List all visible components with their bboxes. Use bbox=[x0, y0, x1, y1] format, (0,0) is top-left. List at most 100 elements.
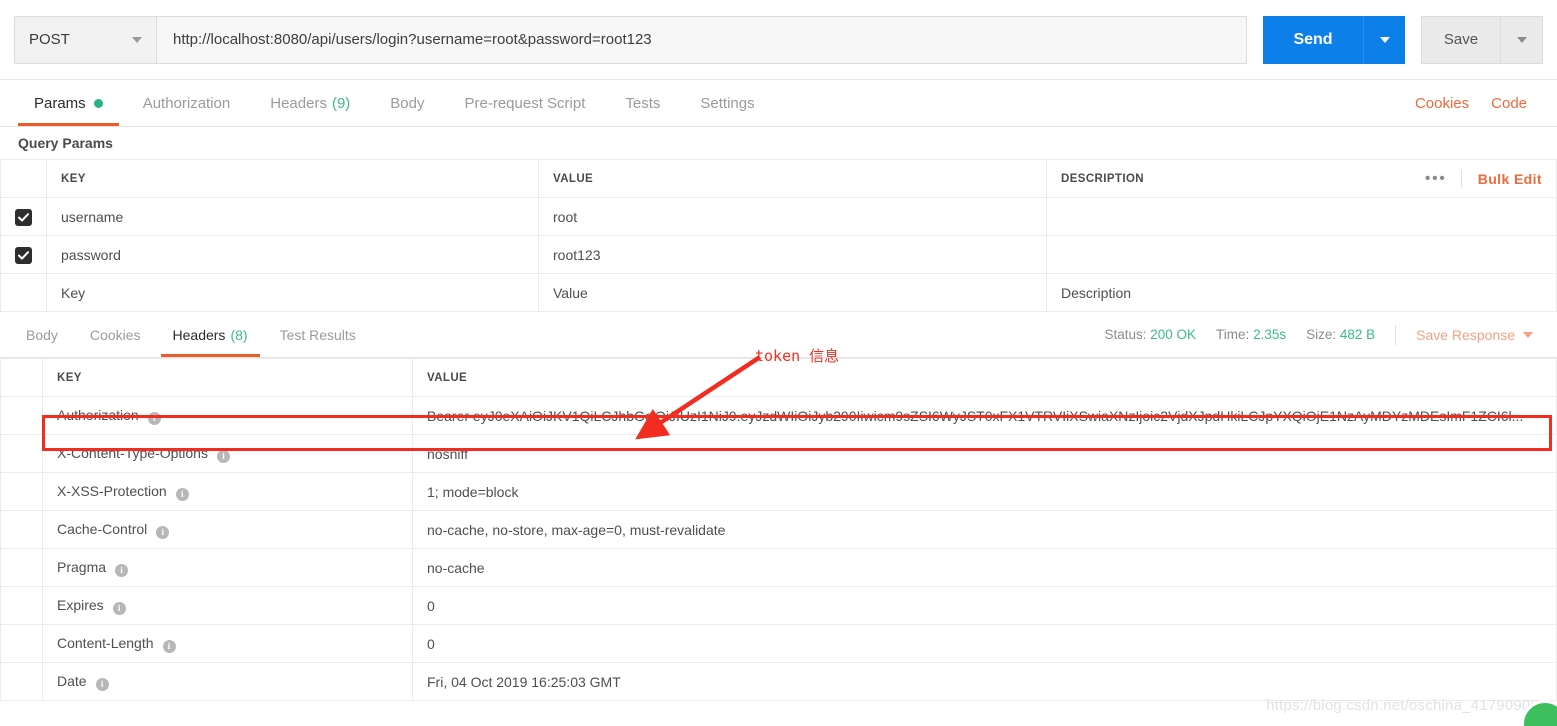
chevron-down-icon bbox=[1379, 36, 1390, 43]
info-icon[interactable]: i bbox=[95, 677, 109, 691]
http-method-value: POST bbox=[29, 31, 70, 48]
info-icon[interactable]: i bbox=[156, 525, 170, 539]
checkbox-checked-icon[interactable] bbox=[15, 209, 32, 226]
header-key: Authorization i bbox=[42, 396, 413, 435]
tab-label: Pre-request Script bbox=[464, 94, 586, 112]
table-row-placeholder: Key Value Description bbox=[0, 273, 1557, 312]
param-description-placeholder[interactable]: Description bbox=[1046, 273, 1557, 312]
spacer-cell bbox=[0, 358, 43, 397]
info-icon[interactable]: i bbox=[115, 563, 129, 577]
tab-headers[interactable]: Headers (9) bbox=[250, 80, 370, 126]
save-options-button[interactable] bbox=[1501, 15, 1543, 64]
param-value-placeholder[interactable]: Value bbox=[538, 273, 1047, 312]
response-headers-body: Authorization i Bearer eyJ0eXAiOiJKV1QiLCJ… bbox=[0, 396, 1557, 701]
param-key[interactable]: username bbox=[46, 197, 539, 236]
info-icon[interactable]: i bbox=[216, 449, 230, 463]
tab-authorization[interactable]: Authorization bbox=[123, 80, 251, 126]
url-input[interactable]: http://localhost:8080/api/users/login?us… bbox=[156, 15, 1247, 64]
response-tab-body[interactable]: Body bbox=[10, 312, 74, 357]
header-value: no-cache, no-store, max-age=0, must-reva… bbox=[412, 510, 1557, 549]
tab-settings[interactable]: Settings bbox=[680, 80, 774, 126]
more-options-icon[interactable]: ••• bbox=[1411, 171, 1461, 186]
tab-label: Settings bbox=[700, 94, 755, 112]
row-checkbox-cell[interactable] bbox=[0, 197, 47, 236]
request-tabs: Params Authorization Headers (9) Body Pr… bbox=[0, 80, 1557, 127]
tab-tests[interactable]: Tests bbox=[605, 80, 680, 126]
header-key: Content-Length i bbox=[42, 624, 413, 663]
header-value: nosniff bbox=[412, 434, 1557, 473]
param-key[interactable]: password bbox=[46, 235, 539, 274]
query-params-table: KEY VALUE DESCRIPTION ••• Bulk Edit user… bbox=[0, 159, 1557, 312]
param-description[interactable] bbox=[1046, 235, 1557, 274]
tab-label: Params bbox=[34, 94, 86, 112]
response-tab-cookies[interactable]: Cookies bbox=[74, 312, 157, 357]
header-key: Pragma i bbox=[42, 548, 413, 587]
tab-label: Body bbox=[26, 326, 58, 343]
spacer-cell bbox=[0, 510, 43, 549]
cookies-link[interactable]: Cookies bbox=[1415, 95, 1469, 112]
status-value: 200 OK bbox=[1150, 327, 1197, 342]
header-value: no-cache bbox=[412, 548, 1557, 587]
row-checkbox-cell[interactable] bbox=[0, 235, 47, 274]
time-indicator: Time: 2.35s bbox=[1216, 327, 1286, 342]
send-button[interactable]: Send bbox=[1263, 15, 1363, 64]
info-icon[interactable]: i bbox=[162, 639, 176, 653]
header-key: Cache-Control i bbox=[42, 510, 413, 549]
spacer-cell bbox=[0, 396, 43, 435]
spacer-cell bbox=[0, 624, 43, 663]
checkbox-checked-icon[interactable] bbox=[15, 247, 32, 264]
tab-pre-request-script[interactable]: Pre-request Script bbox=[445, 80, 606, 126]
http-method-select[interactable]: POST bbox=[14, 15, 156, 64]
send-options-button[interactable] bbox=[1363, 15, 1405, 64]
tab-body[interactable]: Body bbox=[370, 80, 444, 126]
param-description[interactable] bbox=[1046, 197, 1557, 236]
info-icon[interactable]: i bbox=[175, 487, 189, 501]
info-icon[interactable]: i bbox=[112, 601, 126, 615]
param-value[interactable]: root123 bbox=[538, 235, 1047, 274]
save-response-button[interactable]: Save Response bbox=[1416, 327, 1533, 343]
param-value[interactable]: root bbox=[538, 197, 1047, 236]
request-tabs-actions: Cookies Code bbox=[1415, 80, 1543, 126]
chevron-down-icon bbox=[1516, 36, 1527, 43]
spacer-cell bbox=[0, 472, 43, 511]
column-header-key: KEY bbox=[42, 358, 413, 397]
status-label: Status: bbox=[1104, 327, 1147, 342]
query-params-title: Query Params bbox=[18, 135, 113, 151]
header-key-label: Cache-Control bbox=[57, 521, 148, 538]
column-header-description: DESCRIPTION ••• Bulk Edit bbox=[1046, 159, 1557, 198]
table-row: Pragma i no-cache bbox=[0, 548, 1557, 587]
size-label: Size: bbox=[1306, 327, 1337, 342]
header-value: 0 bbox=[412, 624, 1557, 663]
header-key-label: Date bbox=[57, 673, 87, 690]
size-value: 482 B bbox=[1339, 327, 1376, 342]
save-button[interactable]: Save bbox=[1421, 15, 1501, 64]
column-header-value: VALUE bbox=[538, 159, 1047, 198]
bulk-edit-button[interactable]: Bulk Edit bbox=[1462, 171, 1542, 187]
code-link[interactable]: Code bbox=[1491, 95, 1527, 112]
tab-badge: (9) bbox=[331, 94, 351, 112]
header-key: X-XSS-Protection i bbox=[42, 472, 413, 511]
tab-params[interactable]: Params bbox=[14, 80, 123, 126]
header-key-label: Pragma bbox=[57, 559, 107, 576]
header-key: Date i bbox=[42, 662, 413, 701]
tab-label: Body bbox=[390, 94, 425, 112]
info-icon[interactable]: i bbox=[147, 411, 161, 425]
tab-label: Headers bbox=[172, 326, 226, 343]
header-key-label: X-XSS-Protection bbox=[57, 483, 167, 500]
chevron-down-icon bbox=[132, 36, 142, 43]
header-key-label: X-Content-Type-Options bbox=[57, 445, 208, 462]
table-header-row: KEY VALUE bbox=[0, 358, 1557, 397]
header-value: 1; mode=block bbox=[412, 472, 1557, 511]
row-checkbox-cell[interactable] bbox=[0, 273, 47, 312]
table-row: username root bbox=[0, 197, 1557, 236]
response-tab-headers[interactable]: Headers (8) bbox=[157, 312, 264, 357]
watermark-badge-icon bbox=[1521, 700, 1557, 726]
column-header-key: KEY bbox=[46, 159, 539, 198]
select-all-cell bbox=[0, 159, 47, 198]
param-key-placeholder[interactable]: Key bbox=[46, 273, 539, 312]
response-headers-table: KEY VALUE Authorization i Bearer eyJ0eXAiO… bbox=[0, 358, 1557, 701]
spacer-cell bbox=[0, 662, 43, 701]
header-key-label: Expires bbox=[57, 597, 104, 614]
response-tab-test-results[interactable]: Test Results bbox=[264, 312, 372, 357]
header-key-label: Authorization bbox=[57, 407, 139, 424]
